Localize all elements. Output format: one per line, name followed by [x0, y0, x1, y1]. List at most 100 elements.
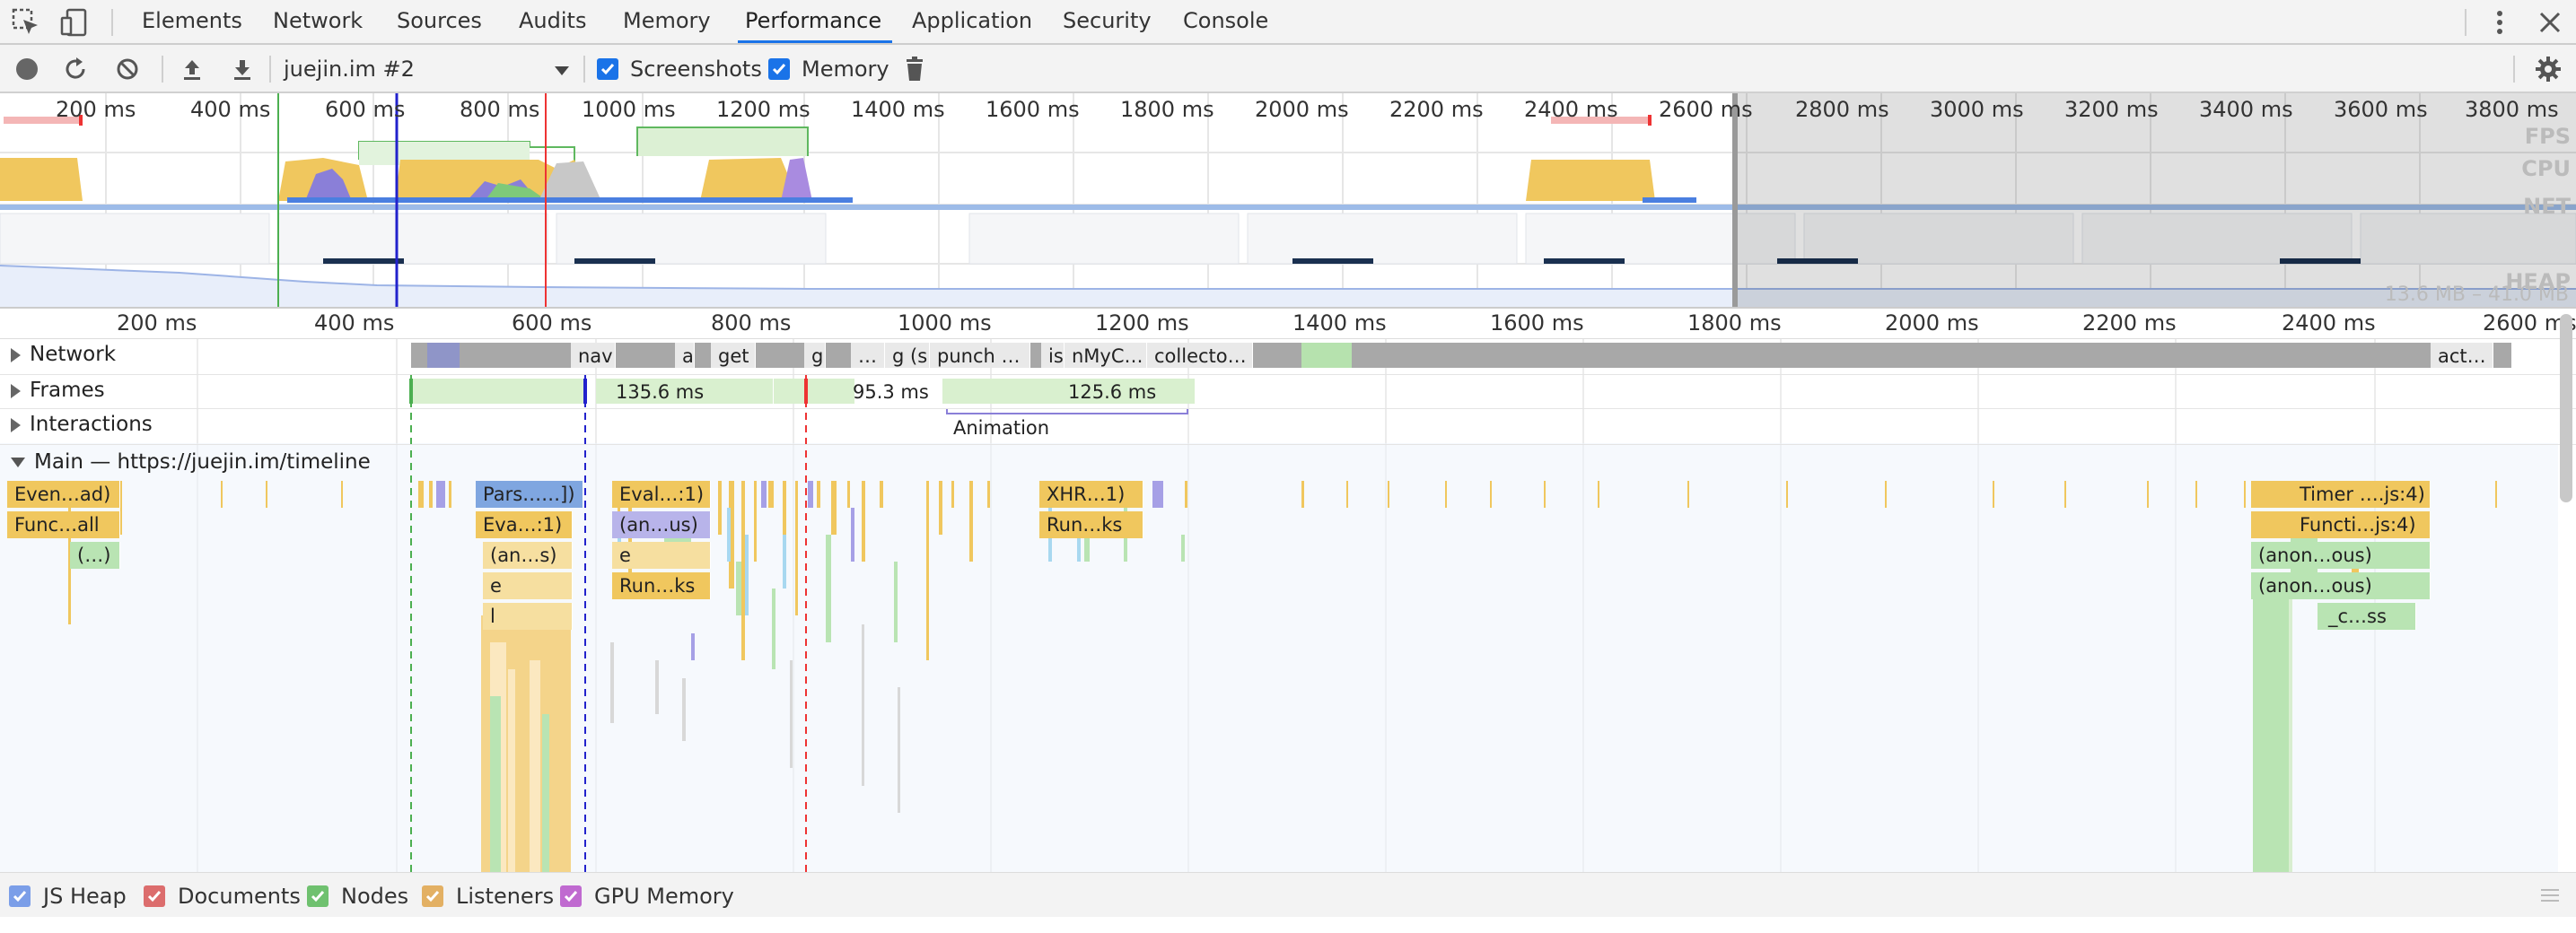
frames-track-label[interactable]: Frames [11, 379, 105, 402]
flame-event[interactable]: (an…s) [483, 542, 573, 569]
flame-event[interactable]: Run…ks [1039, 511, 1143, 538]
record-icon[interactable] [16, 58, 38, 80]
ruler-tick: 1800 ms [1687, 310, 1782, 336]
flame-event[interactable]: Func…all [7, 511, 120, 538]
flame-event[interactable]: (anon…ous) [2251, 572, 2431, 599]
tab-memory[interactable]: Memory [616, 0, 718, 43]
timeline-overview[interactable]: 200 ms 400 ms 600 ms 800 ms 1000 ms 1200… [0, 93, 2576, 309]
legend-js-heap[interactable]: JS Heap [9, 884, 127, 909]
flame-event[interactable]: (anon…ous) [2251, 542, 2431, 569]
timeline-ruler: 200 ms 400 ms 600 ms 800 ms 1000 ms 1200… [0, 309, 2576, 339]
flame-event[interactable]: Functi…js:4) [2251, 511, 2431, 538]
overview-tick: 1200 ms [716, 97, 810, 122]
checkbox-icon[interactable] [560, 885, 582, 907]
flame-event[interactable]: Pars……]) [476, 481, 583, 508]
overview-tick: 2200 ms [1389, 97, 1484, 122]
checkbox-icon[interactable] [144, 885, 165, 907]
timeline-scrollbar[interactable] [2560, 314, 2572, 502]
main-thread-label[interactable]: Main — https://juejin.im/timeline [11, 450, 371, 474]
network-request[interactable]: nav [571, 343, 616, 368]
flame-event[interactable]: Even…ad) [7, 481, 120, 508]
reload-record-icon[interactable] [63, 57, 88, 85]
heap-range: 13.6 MB – 41.0 MB [2384, 283, 2569, 306]
network-track[interactable]: Network nav a get g … g (s… punch … is n… [0, 339, 2576, 375]
flame-event[interactable]: Eva…:1) [476, 511, 573, 538]
checkbox-icon[interactable] [307, 885, 329, 907]
main-thread-track[interactable]: Main — https://juejin.im/timeline [0, 445, 2576, 481]
ruler-tick: 200 ms [117, 310, 197, 336]
tab-security[interactable]: Security [1056, 0, 1159, 43]
network-request[interactable]: act… [2431, 343, 2493, 368]
network-request[interactable]: get [711, 343, 756, 368]
frames-track[interactable]: Frames 135.6 ms 95.3 ms 125.6 ms [0, 375, 2576, 409]
interaction-animation[interactable]: Animation [953, 414, 1049, 441]
memory-checkbox[interactable] [768, 58, 790, 80]
screenshots-checkbox[interactable] [597, 58, 618, 80]
close-devtools-icon[interactable] [2535, 7, 2565, 38]
legend-nodes[interactable]: Nodes [307, 884, 408, 909]
frame-block[interactable]: 135.6 ms [596, 379, 774, 404]
network-request[interactable]: g [804, 343, 826, 368]
network-request[interactable]: nMyC… [1065, 343, 1147, 368]
flame-event[interactable]: (an…us) [612, 511, 711, 538]
overview-tick: 3800 ms [2465, 97, 2559, 122]
legend-gpu-memory[interactable]: GPU Memory [560, 884, 734, 909]
flame-event[interactable]: Eval…:1) [612, 481, 711, 508]
flame-event[interactable]: e [612, 542, 711, 569]
tab-audits[interactable]: Audits [512, 0, 593, 43]
tab-application[interactable]: Application [905, 0, 1039, 43]
save-profile-icon[interactable] [230, 57, 255, 85]
network-request[interactable]: collecto… [1147, 343, 1253, 368]
legend-listeners[interactable]: Listeners [422, 884, 554, 909]
network-request[interactable]: … [851, 343, 885, 368]
profile-select[interactable]: juejin.im #2 [284, 45, 571, 93]
expand-arrow-icon[interactable] [11, 417, 21, 432]
network-track-label[interactable]: Network [11, 343, 116, 366]
tab-console[interactable]: Console [1176, 0, 1275, 43]
ruler-tick: 1600 ms [1490, 310, 1584, 336]
drag-handle-icon[interactable] [2540, 887, 2560, 907]
cpu-label: CPU [2521, 156, 2571, 181]
checkbox-icon[interactable] [422, 885, 443, 907]
checkbox-icon[interactable] [9, 885, 31, 907]
ruler-tick: 800 ms [711, 310, 792, 336]
devtools-tab-bar: Elements Network Sources Audits Memory P… [0, 0, 2576, 45]
load-profile-icon[interactable] [180, 57, 205, 85]
clear-icon[interactable] [115, 57, 140, 85]
expand-arrow-icon[interactable] [11, 347, 21, 362]
ruler-tick: 1000 ms [898, 310, 992, 336]
network-request[interactable]: punch … [930, 343, 1030, 368]
more-options-icon[interactable] [2484, 7, 2515, 38]
legend-documents[interactable]: Documents [144, 884, 301, 909]
interactions-track[interactable]: Interactions Animation [0, 409, 2576, 445]
flame-event[interactable]: Run…ks [612, 572, 711, 599]
overview-tick: 1400 ms [851, 97, 945, 122]
flame-event[interactable]: XHR…1) [1039, 481, 1143, 508]
memory-label: Memory [802, 57, 889, 82]
interactions-track-label[interactable]: Interactions [11, 413, 153, 436]
settings-gear-icon[interactable] [2535, 56, 2562, 86]
screenshots-label: Screenshots [630, 57, 762, 82]
expand-arrow-icon[interactable] [11, 383, 21, 398]
network-request[interactable]: a [675, 343, 695, 368]
network-request[interactable]: g (s… [885, 343, 930, 368]
flame-event[interactable]: Timer ….js:4) [2251, 481, 2431, 508]
overview-tick: 2400 ms [1524, 97, 1618, 122]
device-toolbar-icon[interactable] [59, 7, 90, 38]
chevron-down-icon[interactable] [555, 66, 569, 75]
tab-network[interactable]: Network [266, 0, 370, 43]
flame-chart[interactable]: Even…ad) Func…all (…) Pars……]) Eva…:1) (… [0, 481, 2558, 872]
frame-block[interactable]: 125.6 ms [942, 379, 1196, 404]
flame-event[interactable]: (…) [70, 542, 120, 569]
collapse-arrow-icon[interactable] [11, 458, 25, 467]
flame-event[interactable]: _c…ss [2318, 603, 2416, 630]
ruler-tick: 2400 ms [2282, 310, 2376, 336]
trash-icon[interactable] [901, 56, 928, 86]
tab-sources[interactable]: Sources [390, 0, 489, 43]
tab-elements[interactable]: Elements [135, 0, 250, 43]
inspect-element-icon[interactable] [11, 7, 41, 38]
network-request[interactable]: is [1041, 343, 1065, 368]
tab-performance[interactable]: Performance [738, 0, 892, 43]
flame-event[interactable]: e [483, 572, 573, 599]
flame-event[interactable]: l [483, 603, 573, 630]
